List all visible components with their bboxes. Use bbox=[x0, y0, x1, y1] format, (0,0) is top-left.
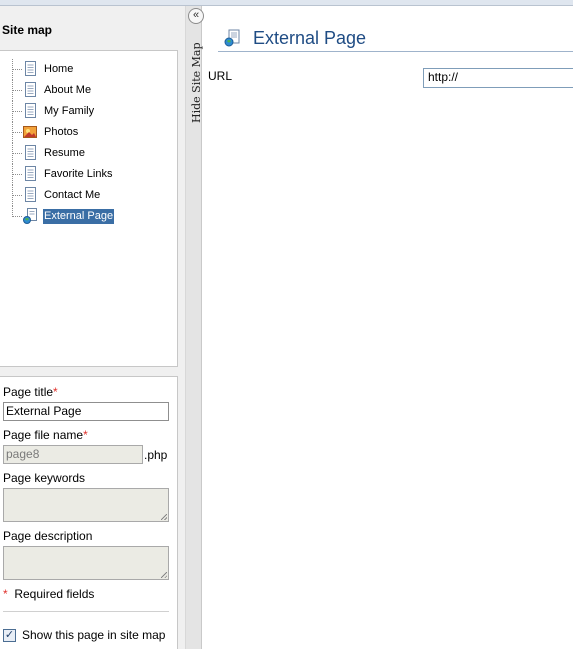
page-keywords-label: Page keywords bbox=[3, 471, 86, 485]
show-in-sitemap-label: Show this page in site map bbox=[22, 628, 166, 642]
page-icon bbox=[23, 145, 37, 161]
tree-connector bbox=[13, 153, 22, 154]
sitemap-item-label: Home bbox=[44, 63, 74, 75]
hide-sitemap-label[interactable]: Hide Site Map bbox=[190, 42, 203, 123]
header-rule bbox=[218, 51, 573, 52]
sitemap-item-label: Favorite Links bbox=[44, 168, 113, 180]
show-in-sitemap-checkbox[interactable]: ✓ bbox=[3, 629, 16, 642]
required-fields-note: * Required fields bbox=[3, 587, 95, 601]
file-extension: .php bbox=[144, 448, 168, 462]
page-icon bbox=[23, 82, 37, 98]
main-panel: External Page URL http:// bbox=[204, 6, 573, 649]
tree-connector bbox=[13, 132, 22, 133]
page-title: External Page bbox=[253, 27, 367, 48]
sitemap-tree: Home About Me My Family Photos Resume Favorit… bbox=[0, 50, 178, 367]
tree-connector bbox=[13, 69, 22, 70]
page-description-label: Page description bbox=[3, 529, 93, 543]
left-panel: Site map Home About Me My Family Photos Resu… bbox=[0, 6, 185, 649]
page-title-input[interactable]: External Page bbox=[3, 402, 169, 421]
divider bbox=[3, 611, 169, 612]
sitemap-item-label: Contact Me bbox=[44, 189, 101, 201]
page-file-name-input: page8 bbox=[3, 445, 143, 464]
page-keywords-textarea[interactable] bbox=[3, 488, 169, 522]
tree-connector bbox=[13, 216, 22, 217]
page-icon bbox=[23, 166, 37, 182]
page-description-textarea[interactable] bbox=[3, 546, 169, 580]
tree-connector bbox=[13, 195, 22, 196]
sitemap-item-label: About Me bbox=[44, 84, 92, 96]
tree-connector bbox=[13, 174, 22, 175]
page-properties-panel: Page title* External Page Page file name… bbox=[0, 376, 178, 649]
sitemap-item-label: Resume bbox=[44, 147, 85, 159]
page-icon bbox=[23, 61, 37, 77]
page-title-label: Page title* bbox=[3, 385, 58, 399]
sitemap-item-label: My Family bbox=[44, 105, 95, 117]
sitemap-item-label: External Page bbox=[43, 209, 115, 224]
url-label: URL bbox=[208, 69, 233, 83]
url-input[interactable]: http:// bbox=[423, 68, 573, 88]
page-header: External Page bbox=[224, 26, 366, 50]
tree-connector bbox=[13, 111, 22, 112]
sitemap-title: Site map bbox=[2, 23, 53, 37]
sitemap-item-label: Photos bbox=[44, 126, 79, 138]
external-page-icon bbox=[23, 208, 37, 224]
page-file-name-label: Page file name* bbox=[3, 428, 88, 442]
page-icon bbox=[23, 187, 37, 203]
collapse-sitemap-button[interactable]: « bbox=[188, 8, 204, 24]
page-icon bbox=[23, 103, 37, 119]
photo-icon bbox=[23, 124, 37, 140]
tree-connector bbox=[13, 90, 22, 91]
external-page-icon bbox=[224, 29, 240, 47]
